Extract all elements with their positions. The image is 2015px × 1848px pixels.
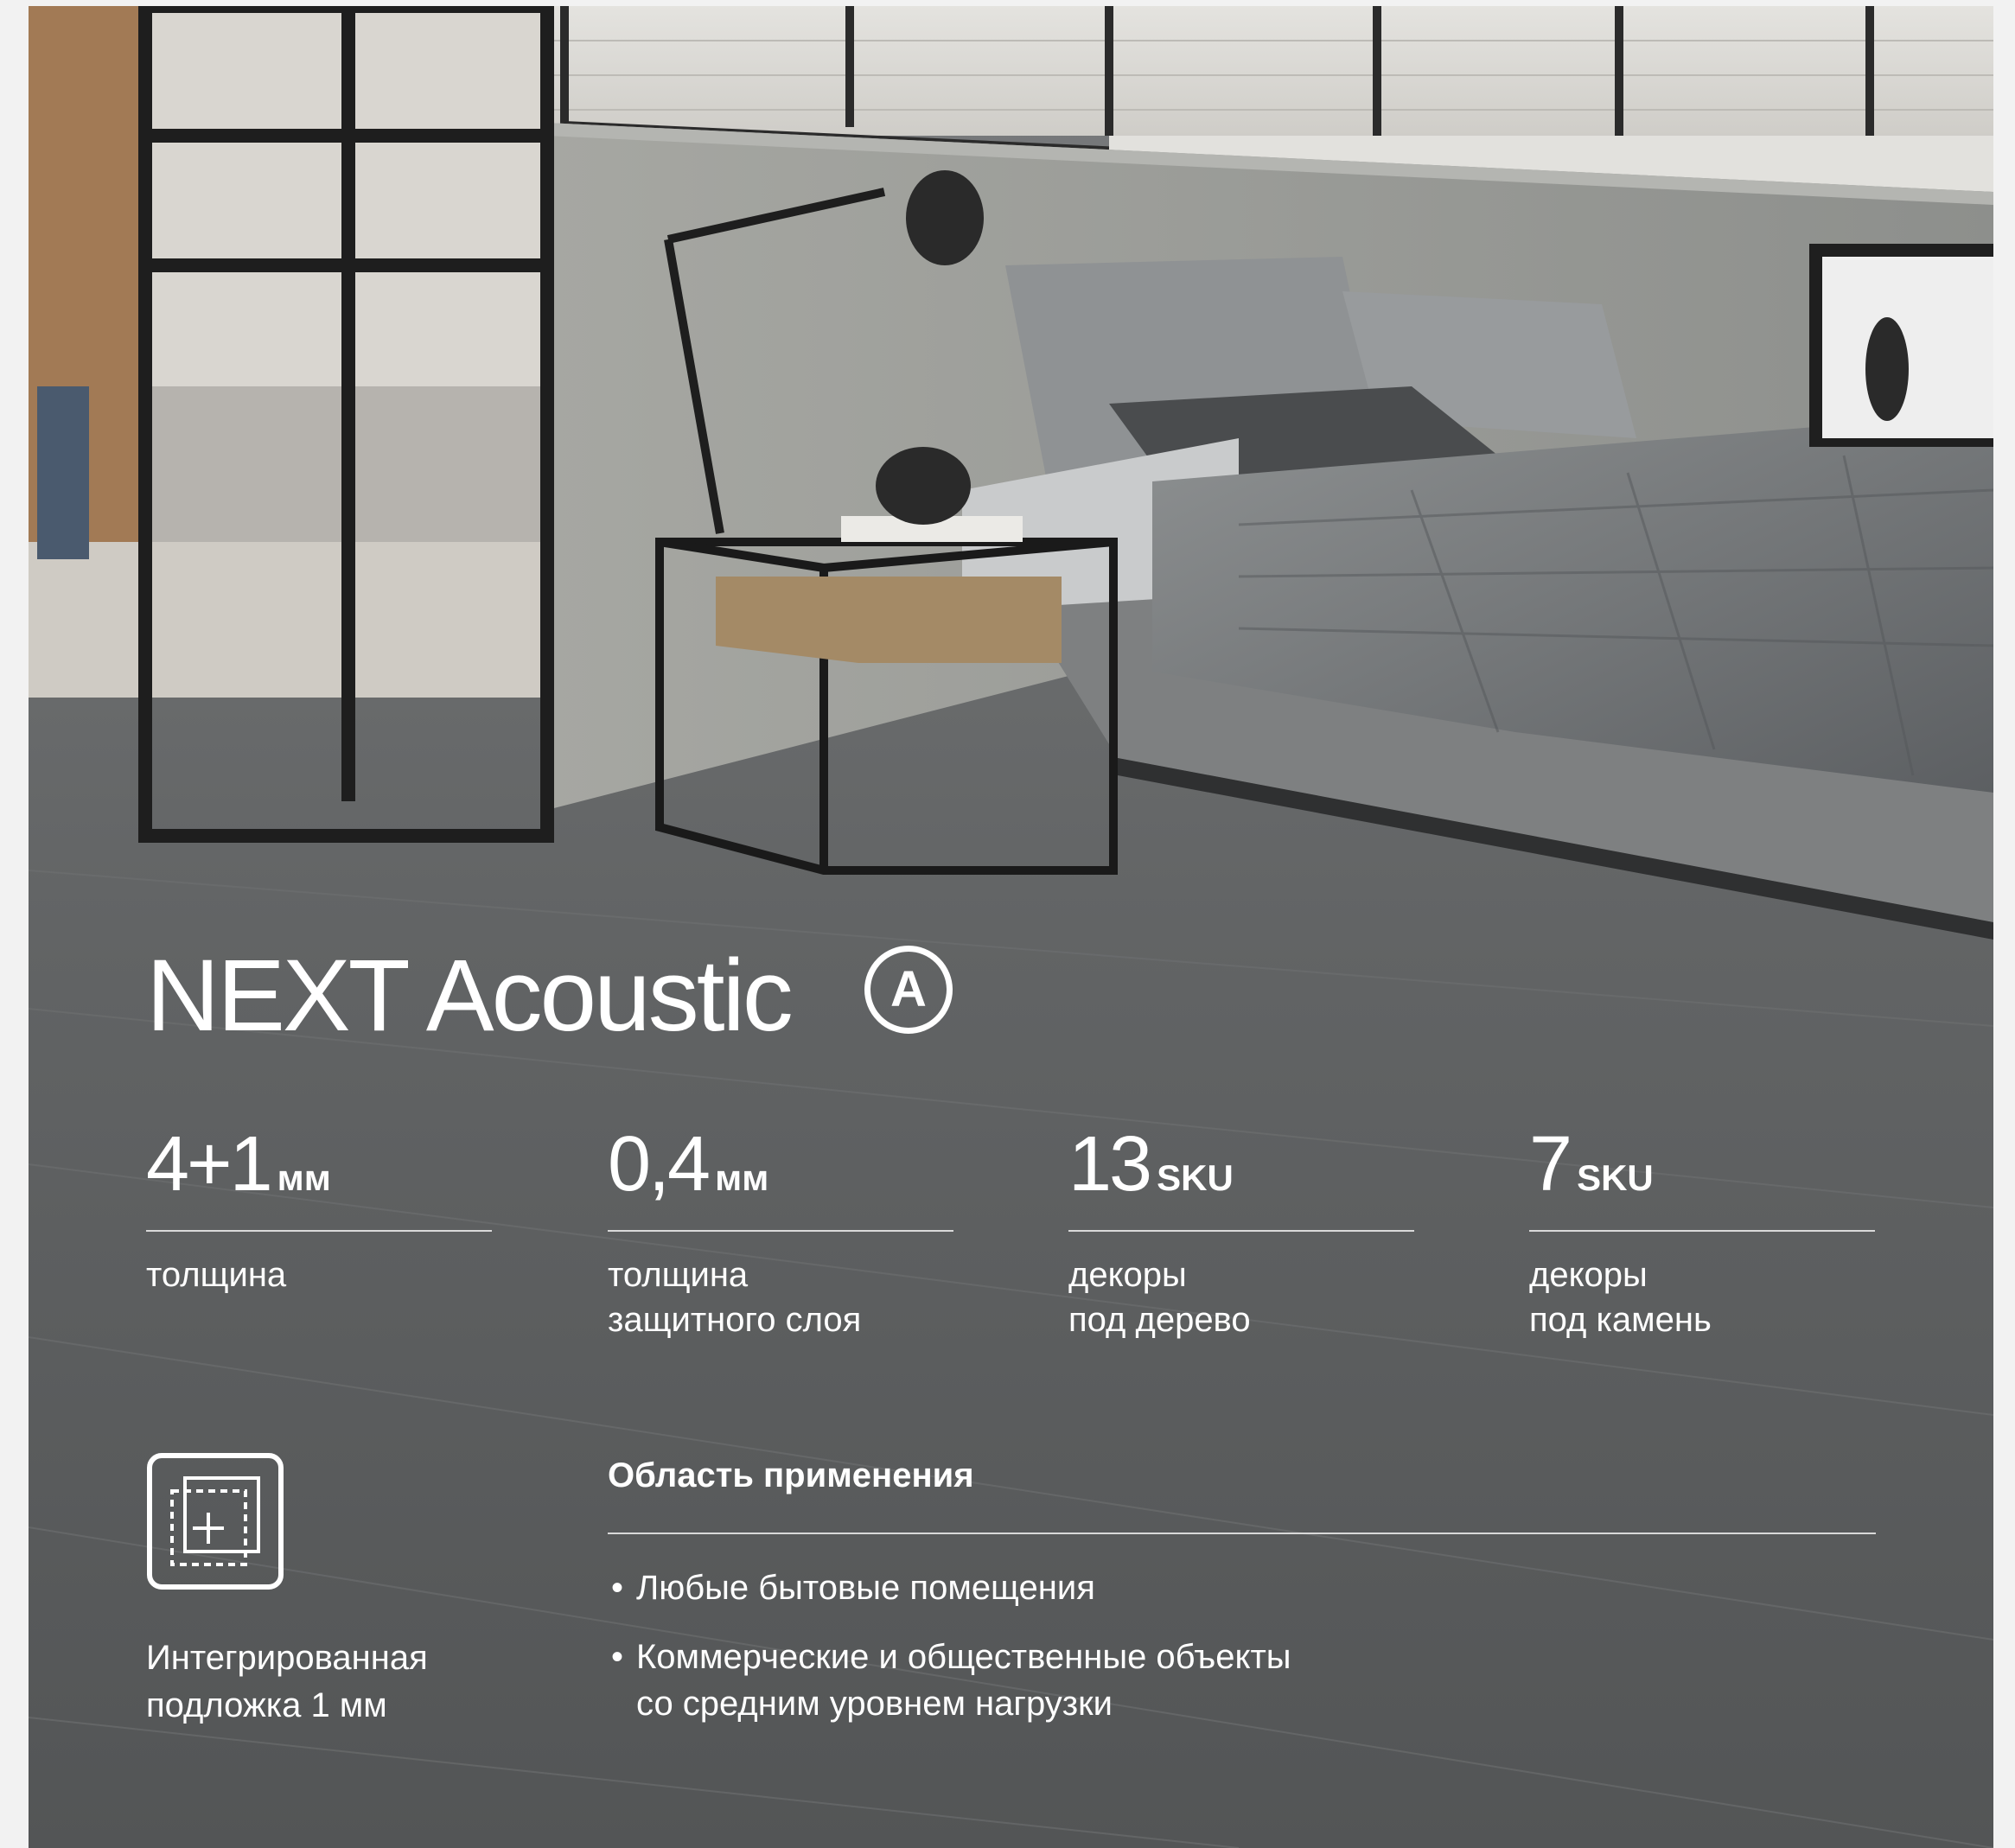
stat-value: 4+1 мм — [146, 1121, 331, 1208]
acoustic-badge-icon: A — [864, 946, 953, 1034]
product-title: NEXT Acoustic — [146, 939, 794, 1053]
underlay-layers-icon — [147, 1453, 284, 1590]
stat-value: 0,4 мм — [608, 1121, 769, 1208]
underlay-feature-text: Интегрированная подложка 1 мм — [146, 1639, 428, 1724]
stat-label: толщина защитного слоя — [608, 1256, 862, 1339]
stat-label: декоры под камень — [1529, 1256, 1712, 1339]
stat-value: 13 SKU — [1068, 1121, 1234, 1208]
stat-divider — [1529, 1230, 1875, 1232]
application-divider — [608, 1533, 1876, 1534]
list-item: • Коммерческие и общественные объекты со … — [608, 1634, 1291, 1727]
stat-label: декоры под дерево — [1068, 1256, 1251, 1339]
application-title: Область применения — [608, 1456, 974, 1494]
stat-wood-decors: 13 SKU декоры под дерево — [1068, 1121, 1414, 1339]
list-item: • Любые бытовые помещения — [608, 1564, 1291, 1611]
stat-value: 7 SKU — [1529, 1121, 1654, 1208]
stat-wear-layer: 0,4 мм толщина защитного слоя — [608, 1121, 953, 1339]
stat-divider — [608, 1230, 953, 1232]
stat-thickness: 4+1 мм толщина — [146, 1121, 492, 1294]
bullet: • — [611, 1569, 624, 1607]
stat-stone-decors: 7 SKU декоры под камень — [1529, 1121, 1875, 1339]
bullet: • — [611, 1638, 624, 1676]
stat-divider — [1068, 1230, 1414, 1232]
application-list: • Любые бытовые помещения • Коммерческие и… — [608, 1564, 1291, 1749]
product-card: NEXT Acoustic A 4+1 мм толщина 0,4 мм толщ… — [29, 6, 1993, 1848]
stat-divider — [146, 1230, 492, 1232]
stat-label: толщина — [146, 1256, 287, 1294]
